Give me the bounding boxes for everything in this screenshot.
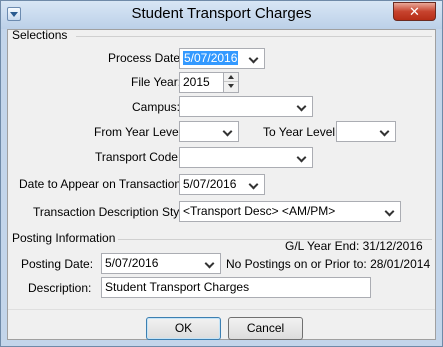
spin-down-icon[interactable] bbox=[224, 82, 238, 91]
gl-year-end-text: G/L Year End: 31/12/2016 bbox=[285, 239, 423, 253]
posting-group-title: Posting Information bbox=[12, 231, 116, 245]
campus-label: Campus: bbox=[132, 100, 181, 114]
cancel-button[interactable]: Cancel bbox=[228, 317, 303, 340]
dialog-body: Selections Process Date: 5/07/2016 File … bbox=[7, 28, 436, 340]
ok-button[interactable]: OK bbox=[146, 317, 221, 340]
process-date-label: Process Date: bbox=[108, 51, 184, 65]
date-on-transactions-label: Date to Appear on Transactions: bbox=[19, 177, 191, 191]
posting-date-label: Posting Date: bbox=[21, 257, 94, 271]
to-year-level-label: To Year Level: bbox=[263, 125, 339, 139]
description-style-value: <Transport Desc> <AM/PM> bbox=[183, 204, 336, 218]
chevron-down-icon[interactable] bbox=[386, 208, 394, 216]
title-bar[interactable]: Student Transport Charges ✕ bbox=[1, 1, 442, 29]
file-year-label: File Year: bbox=[131, 75, 182, 89]
description-value: Student Transport Charges bbox=[105, 280, 250, 294]
dialog-window: Student Transport Charges ✕ Selections P… bbox=[0, 0, 443, 347]
chevron-down-icon[interactable] bbox=[298, 154, 306, 162]
spin-up-icon[interactable] bbox=[224, 73, 238, 82]
file-year-value: 2015 bbox=[183, 75, 210, 89]
transport-code-dropdown[interactable] bbox=[179, 147, 313, 168]
chevron-down-icon[interactable] bbox=[224, 128, 232, 136]
no-postings-note: No Postings on or Prior to: 28/01/2014 bbox=[226, 257, 431, 271]
campus-dropdown[interactable] bbox=[179, 96, 313, 117]
posting-date-field[interactable]: 5/07/2016 bbox=[101, 253, 221, 274]
chevron-down-icon[interactable] bbox=[298, 103, 306, 111]
close-button[interactable]: ✕ bbox=[393, 2, 436, 21]
process-date-field[interactable]: 5/07/2016 bbox=[179, 48, 265, 69]
posting-date-value: 5/07/2016 bbox=[105, 256, 159, 270]
date-on-transactions-field[interactable]: 5/07/2016 bbox=[179, 174, 265, 195]
date-on-transactions-value: 5/07/2016 bbox=[183, 177, 237, 191]
to-year-level-dropdown[interactable] bbox=[336, 121, 396, 142]
process-date-value: 5/07/2016 bbox=[183, 51, 239, 65]
from-year-level-label: From Year Level: bbox=[94, 125, 185, 139]
chevron-down-icon[interactable] bbox=[250, 55, 258, 63]
description-input[interactable]: Student Transport Charges bbox=[101, 277, 371, 298]
chevron-down-icon[interactable] bbox=[250, 181, 258, 189]
file-year-spinner[interactable] bbox=[223, 73, 238, 92]
selections-divider bbox=[76, 36, 432, 37]
chevron-down-icon[interactable] bbox=[206, 260, 214, 268]
description-style-dropdown[interactable]: <Transport Desc> <AM/PM> bbox=[179, 201, 401, 222]
file-year-stepper[interactable]: 2015 bbox=[179, 72, 239, 93]
from-year-level-dropdown[interactable] bbox=[179, 121, 239, 142]
window-title: Student Transport Charges bbox=[131, 5, 312, 22]
footer-divider bbox=[8, 309, 435, 310]
description-style-label: Transaction Description Style: bbox=[33, 205, 192, 219]
chevron-down-icon[interactable] bbox=[381, 128, 389, 136]
transport-code-label: Transport Code: bbox=[95, 150, 182, 164]
selections-group-title: Selections bbox=[12, 28, 68, 42]
description-label: Description: bbox=[28, 281, 92, 295]
